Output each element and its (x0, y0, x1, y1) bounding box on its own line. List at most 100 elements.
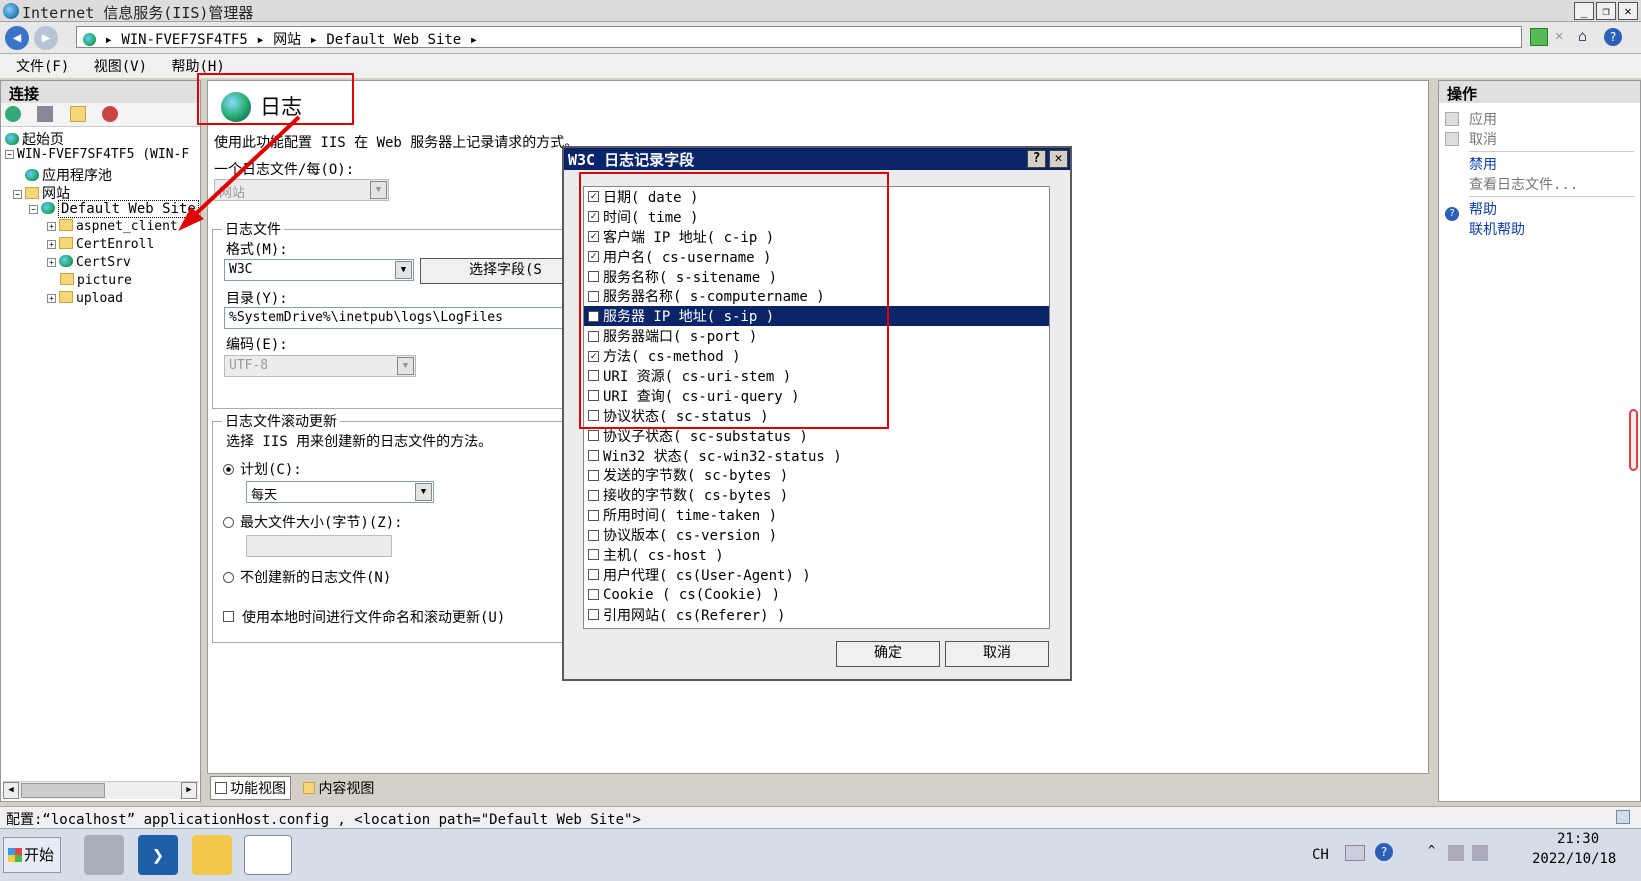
schedule-option[interactable]: 计划(C): (223, 459, 302, 479)
vertical-scroll-thumb[interactable] (1629, 409, 1638, 471)
address-segment-sites[interactable]: 网站 (273, 32, 301, 48)
volume-icon[interactable] (1448, 845, 1464, 861)
tree-child-certenroll[interactable]: + CertEnroll (5, 237, 196, 255)
scroll-right-icon[interactable]: ▶ (181, 782, 197, 799)
field-row[interactable]: 主机( cs-host ) (584, 545, 1049, 565)
help-icon[interactable]: ? (1604, 28, 1622, 46)
tree-child-aspnet[interactable]: + aspnet_client (5, 219, 196, 237)
tree-child-certsrv[interactable]: + CertSrv (5, 255, 196, 273)
tree-app-pools[interactable]: 应用程序池 (5, 165, 196, 184)
maxsize-option[interactable]: 最大文件大小(字节)(Z): (223, 512, 403, 532)
ok-button[interactable]: 确定 (836, 641, 940, 667)
checkbox-icon[interactable] (588, 569, 599, 581)
iis-manager-taskbar-icon[interactable] (244, 835, 292, 875)
tree-sites[interactable]: − 网站 (5, 183, 196, 202)
checkbox-icon[interactable] (588, 430, 599, 442)
radio-icon[interactable] (223, 517, 234, 528)
field-row[interactable]: Win32 状态( sc-win32-status ) (584, 446, 1049, 466)
checkbox-icon[interactable] (588, 509, 599, 521)
field-row[interactable]: 用户代理( cs(User-Agent) ) (584, 565, 1049, 585)
server-manager-icon[interactable] (84, 835, 124, 875)
field-row[interactable]: 所用时间( time-taken ) (584, 505, 1049, 525)
select-fields-button[interactable]: 选择字段(S (420, 258, 568, 284)
refresh-icon[interactable] (1530, 28, 1548, 46)
action-online-help[interactable]: 联机帮助 (1445, 219, 1634, 239)
connect-icon[interactable] (5, 106, 21, 122)
checkbox-icon[interactable] (223, 611, 234, 622)
encoding-select[interactable]: UTF-8 ▼ (224, 355, 416, 377)
horizontal-scrollbar[interactable]: ◀ ▶ (3, 781, 199, 799)
collapse-icon[interactable]: − (29, 205, 38, 214)
restore-button[interactable]: ❐ (1596, 2, 1616, 20)
format-select[interactable]: W3C ▼ (224, 259, 414, 281)
powershell-icon[interactable]: ❯ (138, 835, 178, 875)
address-sep: ▸ (469, 32, 479, 48)
save-icon[interactable] (37, 106, 54, 122)
action-cancel[interactable]: 取消 (1445, 129, 1634, 149)
field-row[interactable]: Cookie ( cs(Cookie) ) (584, 585, 1049, 605)
close-button[interactable]: ✕ (1618, 2, 1638, 20)
radio-icon[interactable] (223, 572, 234, 583)
field-row[interactable]: 引用网站( cs(Referer) ) (584, 605, 1049, 625)
expand-icon[interactable]: + (47, 294, 56, 303)
menu-view[interactable]: 视图(V) (94, 56, 147, 76)
tree-child-picture[interactable]: picture (5, 273, 196, 291)
dialog-help-button[interactable]: ? (1027, 150, 1046, 168)
checkbox-icon[interactable] (588, 450, 599, 462)
nocreate-option[interactable]: 不创建新的日志文件(N) (223, 567, 391, 587)
localtime-option[interactable]: 使用本地时间进行文件命名和滚动更新(U) (223, 607, 505, 627)
clock-time[interactable]: 21:30 (1557, 831, 1599, 847)
start-button[interactable]: 开始 (3, 837, 61, 873)
tree-default-site[interactable]: − Default Web Site (5, 200, 199, 219)
checkbox-icon[interactable] (588, 529, 599, 541)
explorer-icon[interactable] (192, 835, 232, 875)
tree-child-upload[interactable]: + upload (5, 291, 196, 309)
action-help[interactable]: ? 帮助 (1445, 199, 1634, 221)
scroll-left-icon[interactable]: ◀ (3, 782, 19, 799)
address-segment-site[interactable]: Default Web Site (326, 32, 461, 48)
expand-icon[interactable]: + (47, 222, 56, 231)
checkbox-icon[interactable] (588, 469, 599, 481)
address-path[interactable]: ▸ WIN-FVEF7SF4TF5 ▸ 网站 ▸ Default Web Sit… (76, 26, 1522, 48)
action-apply[interactable]: 应用 (1445, 109, 1634, 129)
checkbox-icon[interactable] (588, 489, 599, 501)
schedule-select[interactable]: 每天 ▼ (246, 481, 434, 503)
stop-icon[interactable]: ✕ (1555, 28, 1573, 46)
tree-server[interactable]: − WIN-FVEF7SF4TF5 (WIN-F (5, 147, 196, 165)
scroll-thumb[interactable] (21, 783, 105, 798)
action-view-log-files[interactable]: 查看日志文件... (1445, 174, 1634, 194)
home-icon[interactable]: ⌂ (1578, 27, 1596, 45)
directory-input[interactable]: %SystemDrive%\inetpub\logs\LogFiles (224, 307, 568, 329)
radio-selected-icon[interactable] (223, 464, 234, 475)
cancel-button[interactable]: 取消 (945, 641, 1049, 667)
field-row[interactable]: 发送的字节数( sc-bytes ) (584, 465, 1049, 485)
action-disable[interactable]: 禁用 (1445, 154, 1634, 174)
language-help-icon[interactable]: ? (1375, 843, 1393, 861)
collapse-icon[interactable]: − (5, 150, 14, 159)
show-hidden-icons[interactable]: ^ (1428, 843, 1435, 857)
checkbox-icon[interactable] (588, 609, 599, 621)
menu-file[interactable]: 文件(F) (16, 56, 69, 76)
tree-start-page[interactable]: 起始页 (5, 129, 196, 148)
checkbox-icon[interactable] (588, 549, 599, 561)
clock-date[interactable]: 2022/10/18 (1532, 851, 1616, 867)
keyboard-icon[interactable] (1345, 845, 1365, 861)
tab-features-view[interactable]: 功能视图 (210, 776, 291, 800)
folder-up-icon[interactable] (69, 106, 86, 122)
field-row[interactable]: 协议版本( cs-version ) (584, 525, 1049, 545)
disconnect-icon[interactable] (102, 106, 119, 122)
tab-content-view[interactable]: 内容视图 (299, 777, 378, 799)
address-segment-server[interactable]: WIN-FVEF7SF4TF5 (121, 32, 247, 48)
minimize-button[interactable]: _ (1574, 2, 1594, 20)
network-icon[interactable] (1472, 845, 1488, 861)
expand-icon[interactable]: + (47, 258, 56, 267)
expand-icon[interactable]: + (47, 240, 56, 249)
back-button[interactable]: ◀ (5, 26, 29, 50)
forward-button[interactable]: ▶ (34, 26, 58, 50)
maxsize-input[interactable] (246, 535, 392, 557)
input-language[interactable]: CH (1312, 847, 1329, 863)
field-row[interactable]: 接收的字节数( cs-bytes ) (584, 485, 1049, 505)
collapse-icon[interactable]: − (13, 190, 22, 199)
dialog-close-button[interactable]: ✕ (1049, 150, 1068, 168)
checkbox-icon[interactable] (588, 589, 599, 601)
